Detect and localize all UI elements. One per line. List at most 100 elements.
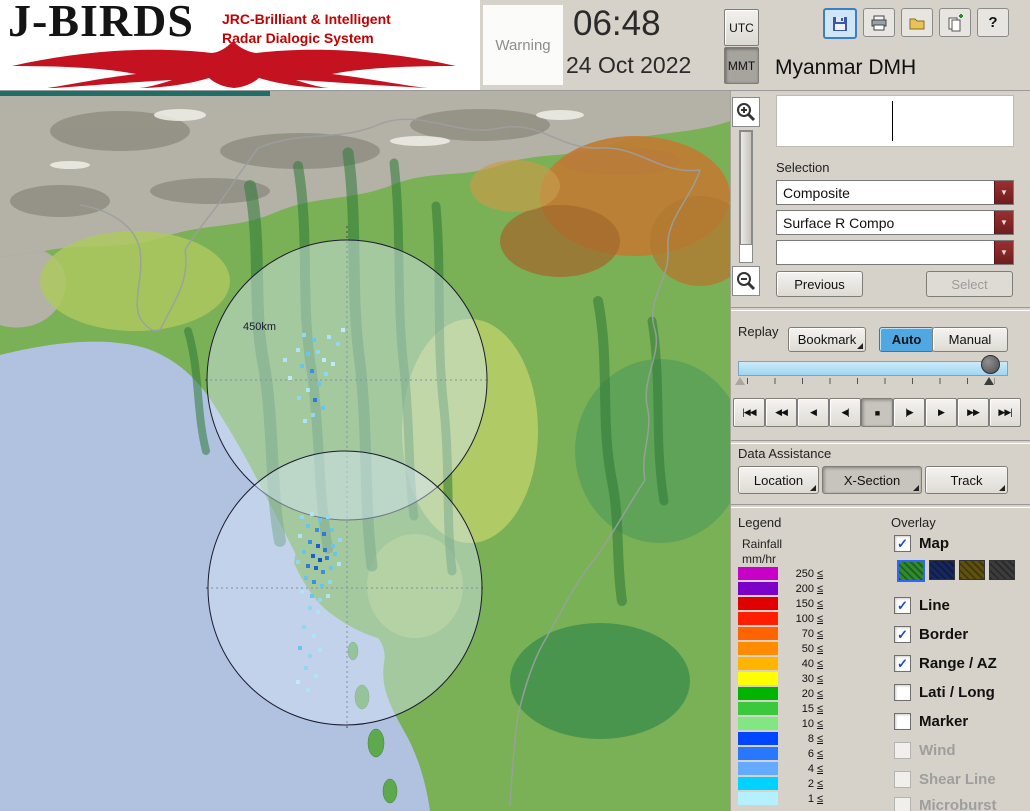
replay-timeline-slider[interactable] xyxy=(738,361,1008,376)
location-button[interactable]: Location xyxy=(738,466,819,494)
legend-operator: ≤ xyxy=(817,568,823,580)
legend-color-swatch xyxy=(738,717,778,730)
bookmark-label: Bookmark xyxy=(798,332,857,347)
auto-mode-button[interactable]: Auto xyxy=(879,327,934,352)
skip-to-start-button[interactable]: |◀◀ xyxy=(733,398,765,427)
wind-checkbox xyxy=(894,742,911,759)
overlay-item-marker: Marker xyxy=(894,711,968,731)
print-button[interactable] xyxy=(863,8,895,37)
zoom-slider[interactable] xyxy=(739,130,753,263)
map-style-swatch-1[interactable] xyxy=(897,560,925,582)
utc-button[interactable]: UTC xyxy=(724,9,759,46)
legend-color-swatch xyxy=(738,657,778,670)
overlay-item-label: Range / AZ xyxy=(919,655,997,672)
site-title: Myanmar DMH xyxy=(775,56,916,80)
legend-row: 150≤ xyxy=(738,597,823,610)
corner-fold-icon xyxy=(810,485,816,491)
legend-value: 30 xyxy=(780,673,814,685)
select-button[interactable]: Select xyxy=(926,271,1013,297)
legend-row: 100≤ xyxy=(738,612,823,625)
legend-color-swatch xyxy=(738,612,778,625)
product-type-dropdown[interactable]: Composite ▼ xyxy=(776,180,1014,205)
legend-color-swatch xyxy=(738,792,778,805)
legend-color-swatch xyxy=(738,597,778,610)
zoom-out-button[interactable] xyxy=(732,266,760,296)
overlay-item-range-az: ✓ Range / AZ xyxy=(894,653,997,673)
chevron-down-icon[interactable]: ▼ xyxy=(994,241,1013,264)
bookmark-button[interactable]: Bookmark xyxy=(788,327,866,352)
divider xyxy=(731,307,1030,311)
help-button[interactable]: ? xyxy=(977,8,1009,37)
toolbar: ? xyxy=(823,8,1009,39)
map-style-swatch-4[interactable] xyxy=(989,560,1015,580)
export-button[interactable] xyxy=(939,8,971,37)
manual-mode-button[interactable]: Manual xyxy=(932,327,1008,352)
line-checkbox[interactable]: ✓ xyxy=(894,597,911,614)
status-display-box xyxy=(776,95,1014,147)
magnifier-plus-icon xyxy=(735,101,757,123)
header: J-BIRDS JRC-Brilliant & Intelligent Rada… xyxy=(0,0,1030,91)
overlay-item-shear-line: Shear Line xyxy=(894,769,996,789)
timeline-ticks xyxy=(747,378,995,384)
timeline-slider-thumb[interactable] xyxy=(981,355,1000,374)
fast-rewind-button[interactable]: ◀◀ xyxy=(765,398,797,427)
legend-value: 200 xyxy=(780,583,814,595)
map-checkbox[interactable]: ✓ xyxy=(894,535,911,552)
timeline-start-marker-icon xyxy=(735,377,745,385)
xsection-button[interactable]: X-Section xyxy=(822,466,922,494)
legend-operator: ≤ xyxy=(817,778,823,790)
corner-fold-icon xyxy=(913,485,919,491)
xsection-label: X-Section xyxy=(844,473,900,488)
play-button[interactable]: ▶ xyxy=(925,398,957,427)
legend-value: 50 xyxy=(780,643,814,655)
product-name-dropdown[interactable]: Surface R Compo ▼ xyxy=(776,210,1014,235)
border-checkbox[interactable]: ✓ xyxy=(894,626,911,643)
skip-to-end-button[interactable]: ▶▶| xyxy=(989,398,1021,427)
legend-value: 2 xyxy=(780,778,814,790)
map-style-swatches xyxy=(897,560,1015,582)
chevron-down-icon[interactable]: ▼ xyxy=(994,181,1013,204)
printer-icon xyxy=(870,14,888,32)
mmt-button[interactable]: MMT xyxy=(724,47,759,84)
marker-checkbox[interactable] xyxy=(894,713,911,730)
overlay-section-label: Overlay xyxy=(891,515,936,530)
text-cursor xyxy=(892,101,893,141)
legend-operator: ≤ xyxy=(817,583,823,595)
overlay-item-lati-long: Lati / Long xyxy=(894,682,995,702)
legend-value: 6 xyxy=(780,748,814,760)
map-style-swatch-2[interactable] xyxy=(929,560,955,580)
eagle-logo-icon xyxy=(4,40,464,88)
save-button[interactable] xyxy=(823,8,857,39)
legend-value: 150 xyxy=(780,598,814,610)
legend-operator: ≤ xyxy=(817,763,823,775)
product-option-dropdown[interactable]: ▼ xyxy=(776,240,1014,265)
track-button[interactable]: Track xyxy=(925,466,1008,494)
legend-operator: ≤ xyxy=(817,598,823,610)
open-file-button[interactable] xyxy=(901,8,933,37)
legend-row: 50≤ xyxy=(738,642,823,655)
lati-long-checkbox[interactable] xyxy=(894,684,911,701)
legend-row: 2≤ xyxy=(738,777,823,790)
legend-row: 10≤ xyxy=(738,717,823,730)
step-forward-button[interactable]: |▶ xyxy=(893,398,925,427)
chevron-down-icon[interactable]: ▼ xyxy=(994,211,1013,234)
logo: J-BIRDS JRC-Brilliant & Intelligent Rada… xyxy=(0,0,480,90)
zoom-slider-thumb[interactable] xyxy=(740,131,752,245)
question-icon: ? xyxy=(988,14,997,31)
legend-color-swatch xyxy=(738,747,778,760)
check-icon: ✓ xyxy=(897,628,908,641)
step-back-button[interactable]: ◀| xyxy=(829,398,861,427)
play-reverse-button[interactable]: ◀ xyxy=(797,398,829,427)
legend-operator: ≤ xyxy=(817,733,823,745)
previous-button[interactable]: Previous xyxy=(776,271,863,297)
legend-value: 15 xyxy=(780,703,814,715)
range-az-checkbox[interactable]: ✓ xyxy=(894,655,911,672)
fast-forward-button[interactable]: ▶▶ xyxy=(957,398,989,427)
legend-row: 200≤ xyxy=(738,582,823,595)
map-style-swatch-3[interactable] xyxy=(959,560,985,580)
legend-operator: ≤ xyxy=(817,718,823,730)
zoom-in-button[interactable] xyxy=(732,97,760,127)
radar-map[interactable]: 450km xyxy=(0,91,730,811)
stop-button[interactable]: ■ xyxy=(861,398,893,427)
legend-row: 250≤ xyxy=(738,567,823,580)
